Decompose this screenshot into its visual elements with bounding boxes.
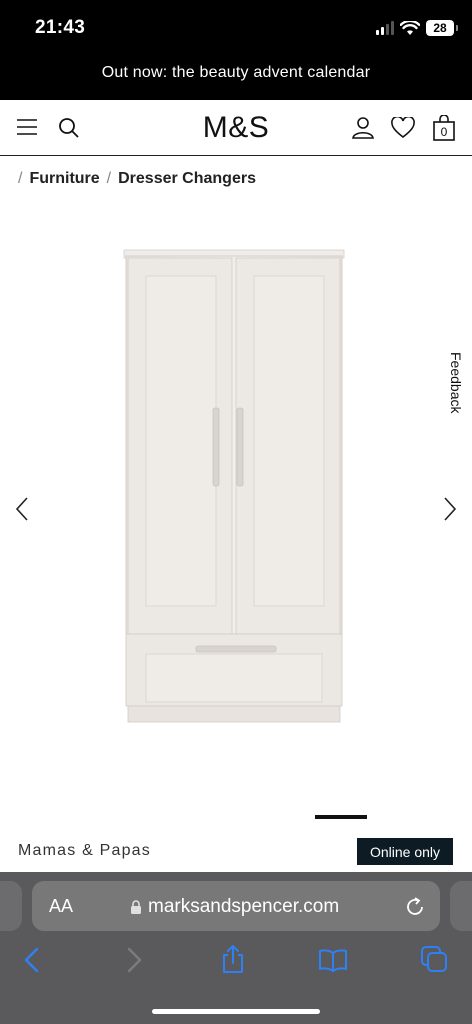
bag-count: 0 (441, 125, 448, 139)
forward-icon (127, 947, 142, 973)
breadcrumb-dresser-changers[interactable]: Dresser Changers (118, 170, 256, 188)
status-time: 21:43 (35, 17, 86, 38)
online-only-badge: Online only (357, 838, 453, 865)
wifi-icon (400, 20, 420, 35)
battery-indicator: 28 (426, 20, 458, 36)
previous-image-arrow[interactable] (14, 496, 30, 522)
bag-icon[interactable]: 0 (432, 115, 456, 141)
breadcrumb: / Furniture / Dresser Changers (18, 170, 256, 188)
heart-icon[interactable] (391, 117, 415, 139)
bookmarks-icon[interactable] (318, 948, 348, 972)
promo-banner (0, 0, 472, 100)
carousel-indicator (315, 815, 367, 819)
breadcrumb-furniture[interactable]: Furniture (29, 170, 99, 188)
account-icon[interactable] (351, 116, 375, 140)
previous-tab-preview[interactable] (0, 881, 22, 931)
reload-icon[interactable] (404, 896, 426, 918)
tabs-icon[interactable] (420, 945, 448, 973)
next-image-arrow[interactable] (442, 496, 458, 522)
share-icon[interactable] (220, 944, 246, 974)
breadcrumb-separator: / (106, 170, 112, 187)
text-size-button[interactable]: AA (49, 896, 73, 917)
promo-text[interactable]: Out now: the beauty advent calendar (0, 64, 472, 82)
url-display[interactable]: marksandspencer.com (130, 896, 339, 918)
product-brand[interactable]: Mamas & Papas (18, 842, 151, 860)
next-tab-preview[interactable] (450, 881, 472, 931)
site-header: M&S 0 (0, 100, 472, 156)
status-icons: 28 (376, 18, 458, 38)
breadcrumb-separator: / (18, 170, 23, 187)
home-indicator (152, 1009, 320, 1014)
lock-icon (131, 899, 141, 914)
feedback-tab[interactable]: Feedback (448, 352, 464, 413)
url-text: marksandspencer.com (148, 896, 340, 917)
wardrobe-image[interactable] (120, 248, 352, 726)
back-icon[interactable] (22, 946, 42, 974)
signal-icon (376, 21, 394, 35)
